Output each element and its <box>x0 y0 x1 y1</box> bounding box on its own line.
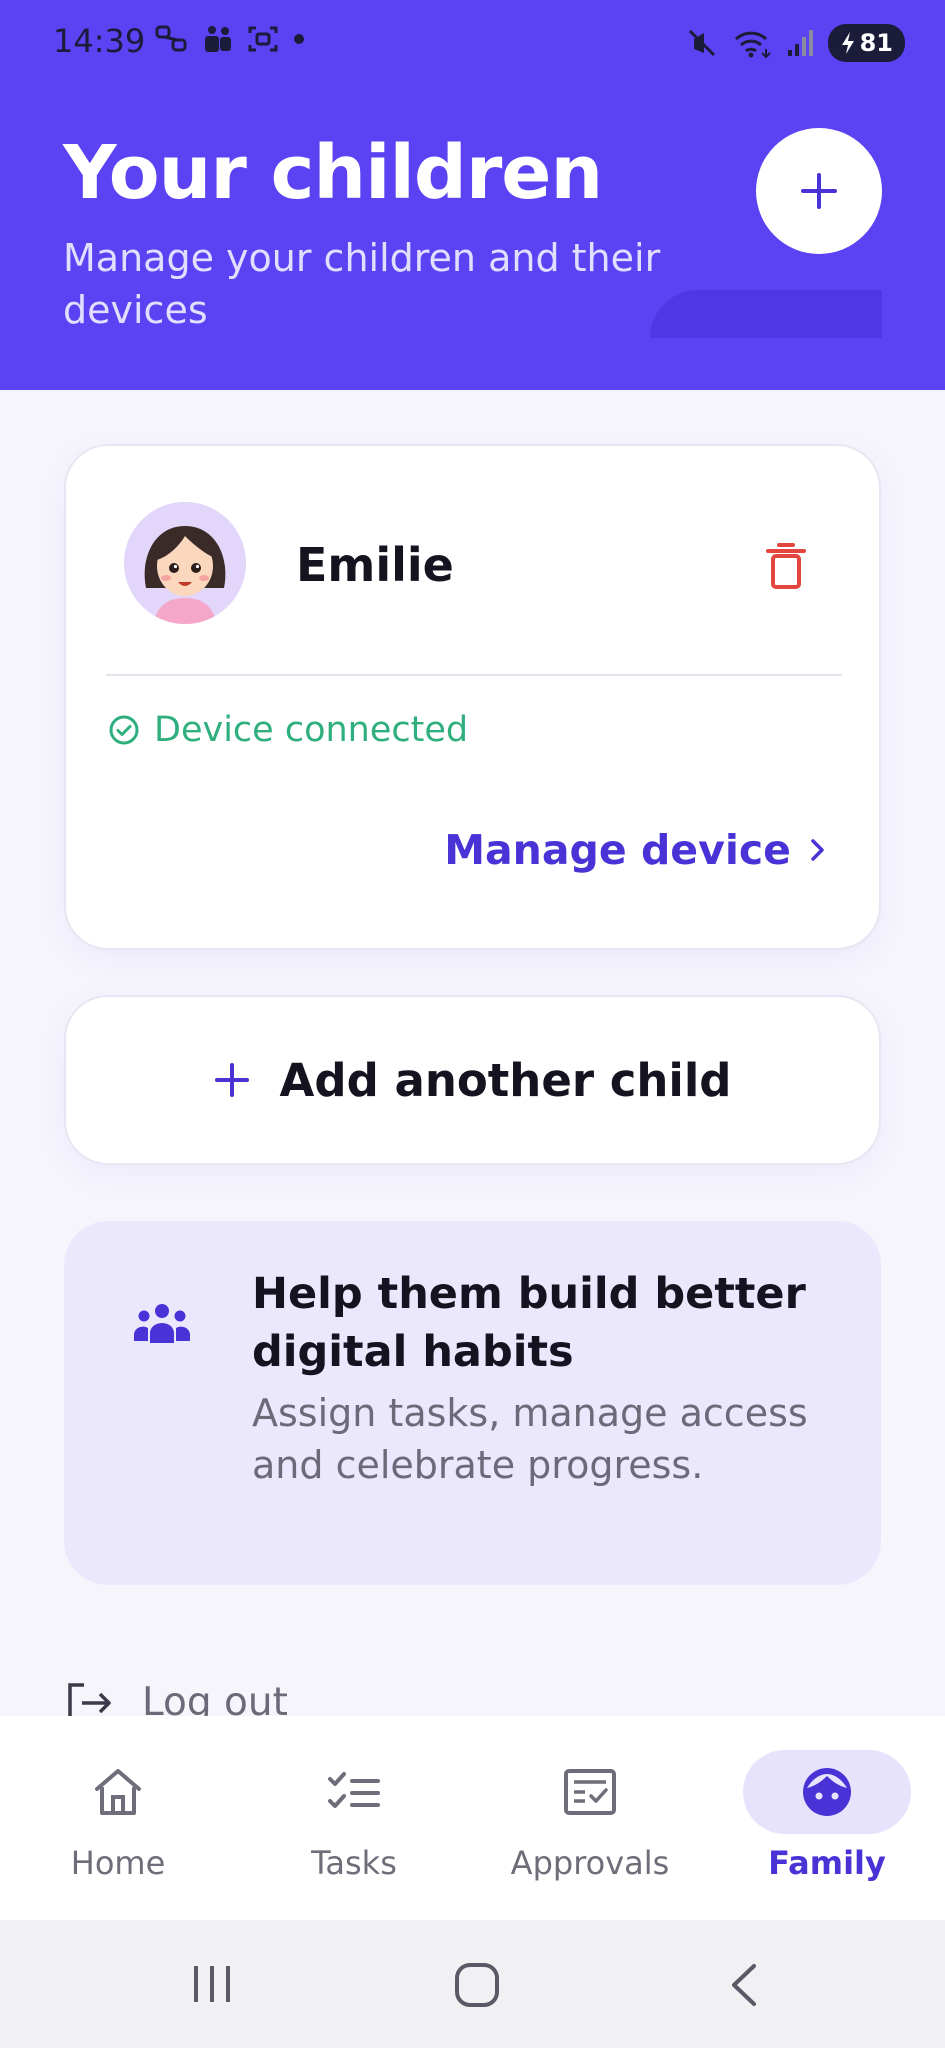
nav-family[interactable]: Family <box>709 1716 945 1920</box>
home-icon <box>95 1769 141 1815</box>
teams-icon <box>205 26 231 52</box>
group-people-icon <box>134 1304 190 1343</box>
page-title: Your children <box>63 130 603 216</box>
tip-title: Help them build better digital habits <box>252 1269 806 1377</box>
wifi-icon <box>734 31 771 59</box>
plus-icon <box>214 1063 249 1097</box>
back-icon[interactable] <box>726 1962 760 2008</box>
header-decoration <box>650 290 882 338</box>
child-name[interactable]: Emilie <box>296 538 454 592</box>
child-card: Emilie Device connected Manage device <box>64 444 881 950</box>
signal-icon <box>787 30 813 56</box>
battery-level: 81 <box>859 29 893 57</box>
status-right-icons: 81 <box>686 24 905 62</box>
add-child-fab[interactable] <box>756 128 882 254</box>
family-face-icon <box>803 1768 851 1816</box>
nav-home-label: Home <box>70 1844 166 1882</box>
device-status: Device connected <box>108 710 468 750</box>
tasks-icon <box>328 1772 380 1808</box>
status-bar: 14:39 81 <box>0 0 945 88</box>
card-divider <box>106 674 842 676</box>
nav-tasks[interactable]: Tasks <box>236 1716 472 1920</box>
trash-icon[interactable] <box>764 542 808 590</box>
recent-apps-icon[interactable] <box>190 1962 234 2006</box>
status-time: 14:39 <box>53 22 146 60</box>
child-avatar-illustration <box>124 502 246 624</box>
system-navigation-bar <box>0 1920 945 2048</box>
nav-approvals[interactable]: Approvals <box>472 1716 708 1920</box>
avatar <box>124 502 246 624</box>
status-left-icons <box>155 24 305 54</box>
manage-device-label: Manage device <box>444 826 791 874</box>
dot-icon <box>294 34 304 44</box>
home-button-icon[interactable] <box>454 1962 500 2008</box>
nav-home[interactable]: Home <box>0 1716 236 1920</box>
mute-icon <box>688 29 715 57</box>
tip-body: Assign tasks, manage access and celebrat… <box>252 1391 808 1487</box>
nav-family-label: Family <box>768 1844 886 1882</box>
battery-charging-icon <box>841 32 854 54</box>
approvals-icon <box>564 1769 616 1815</box>
bottom-navigation: Home Tasks Approvals Family <box>0 1716 945 1920</box>
plus-icon <box>801 173 837 209</box>
manage-device-link[interactable]: Manage device <box>444 826 827 874</box>
page-subtitle: Manage your children and their devices <box>63 236 661 332</box>
habits-tip-card: Help them build better digital habits As… <box>64 1221 881 1585</box>
add-another-child-button[interactable]: Add another child <box>64 995 881 1165</box>
battery-indicator: 81 <box>827 24 905 62</box>
nav-approvals-label: Approvals <box>510 1844 670 1882</box>
screenshot-icon <box>248 26 278 52</box>
nav-tasks-label: Tasks <box>311 1844 397 1882</box>
page-header: 14:39 81 Your children Manage your child… <box>0 0 945 390</box>
device-status-label: Device connected <box>154 710 469 750</box>
chevron-right-icon <box>811 839 824 861</box>
link-icon <box>155 25 187 52</box>
add-another-child-label: Add another child <box>279 1053 732 1107</box>
check-circle-icon <box>109 715 139 745</box>
